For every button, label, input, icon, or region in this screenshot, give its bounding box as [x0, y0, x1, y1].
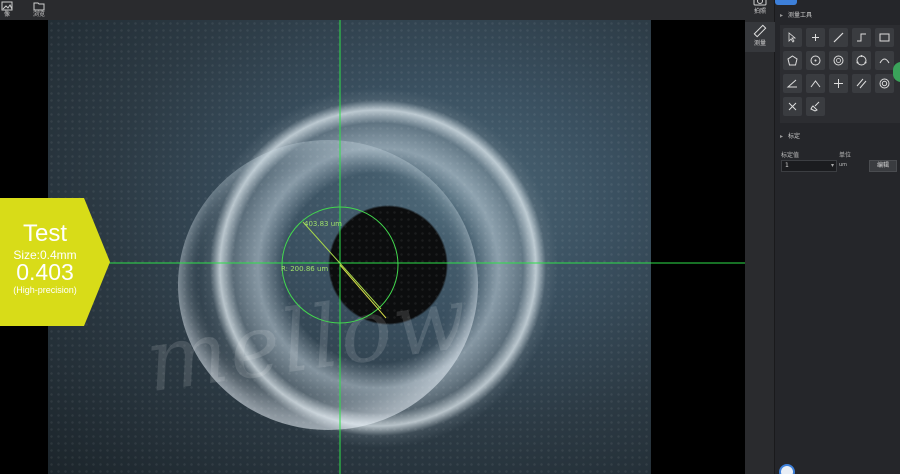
ruler-icon	[753, 24, 767, 38]
radius-label: R: 200.86 um	[281, 265, 328, 273]
polygon-icon	[787, 55, 798, 66]
badge-title: Test	[22, 220, 67, 247]
select-tool-button[interactable]	[783, 28, 802, 47]
chevron-down-icon: ▾	[830, 162, 834, 169]
microscope-view[interactable]: mellow 403.83 um R: 200.86 um	[0, 20, 745, 474]
calibration-value-select[interactable]: 1 ▾	[781, 160, 837, 172]
parallel-tool-button[interactable]	[852, 74, 871, 93]
browse-button[interactable]: 浏览	[26, 0, 52, 20]
badge-note: (High-precision)	[13, 285, 77, 295]
cross-icon	[788, 102, 797, 111]
polyline-icon	[857, 33, 866, 42]
concentric-tool-button[interactable]	[875, 74, 894, 93]
badge-value: 0.403	[16, 259, 74, 285]
radius-line	[339, 264, 387, 319]
line-tool-button[interactable]	[829, 28, 848, 47]
clear-tool-button[interactable]	[806, 97, 825, 116]
camera-icon	[753, 0, 767, 6]
capture-button-label: 像	[3, 11, 10, 18]
calibration-header[interactable]: ▸ 标定	[775, 129, 900, 145]
measure-tools-header[interactable]: ▸ 测量工具	[775, 8, 900, 24]
calibration-value-text: 1	[785, 162, 789, 169]
broom-icon	[810, 101, 820, 112]
rectangle-tool-button[interactable]	[875, 28, 894, 47]
polygon-tool-button[interactable]	[783, 51, 802, 70]
cursor-icon	[788, 32, 797, 43]
tab-measure-label: 测量	[753, 40, 766, 47]
polyline-tool-button[interactable]	[852, 28, 871, 47]
panel-collapse-handle[interactable]	[893, 62, 900, 82]
app-logo	[775, 0, 797, 5]
calibration-title: 标定	[788, 133, 801, 140]
three-point-circle-tool-button[interactable]	[852, 51, 871, 70]
rectangle-icon	[879, 33, 890, 42]
unit-value: um	[839, 162, 848, 168]
perpendicular-tool-button[interactable]	[829, 74, 848, 93]
capture-button[interactable]: 像	[0, 0, 20, 20]
line-icon	[833, 32, 844, 43]
calibration-value-label: 标定值	[781, 152, 800, 159]
angle-tool-button[interactable]	[783, 74, 802, 93]
app-window: 像 浏览 mellow 403.83 um R: 200.86 um Test …	[0, 0, 900, 474]
circle-dot-icon	[810, 55, 821, 66]
point-icon	[812, 34, 819, 41]
parallel-icon	[856, 78, 867, 89]
angle-vertex-icon	[810, 80, 821, 88]
perpendicular-icon	[834, 79, 843, 88]
browse-button-label: 浏览	[32, 11, 45, 18]
circle-center-tool-button[interactable]	[806, 51, 825, 70]
unit-label: 单位	[839, 152, 852, 159]
measure-tools-grid	[780, 25, 900, 123]
chevron-right-icon: ▸	[780, 133, 784, 140]
diameter-label: 403.83 um	[304, 220, 342, 228]
circle-tool-button[interactable]	[829, 51, 848, 70]
folder-icon	[33, 2, 45, 11]
chevron-down-icon: ▸	[780, 12, 784, 19]
three-point-angle-tool-button[interactable]	[806, 74, 825, 93]
point-tool-button[interactable]	[806, 28, 825, 47]
arc-icon	[879, 58, 890, 64]
top-toolbar: 像 浏览	[0, 0, 745, 20]
three-point-circle-icon	[856, 55, 867, 66]
angle-icon	[786, 79, 797, 88]
circle-icon	[833, 55, 844, 66]
tab-capture[interactable]: 拍照	[745, 0, 775, 20]
test-badge: Test Size:0.4mm 0.403 (High-precision)	[0, 198, 110, 326]
tab-capture-label: 拍照	[753, 8, 766, 15]
concentric-circles-icon	[879, 78, 890, 89]
assistant-icon[interactable]	[779, 464, 795, 474]
measure-tools-title: 测量工具	[788, 12, 813, 19]
delete-tool-button[interactable]	[783, 97, 802, 116]
image-icon	[1, 1, 13, 11]
edit-button[interactable]: 编辑	[869, 160, 897, 172]
side-tab-bar: 拍照 测量	[745, 0, 775, 474]
measurement-overlay: 403.83 um R: 200.86 um	[0, 20, 745, 474]
tool-panel: ▸ 测量工具 ▸ 标定 标定值 单位 1 ▾ um 编辑	[775, 0, 900, 474]
arc-tool-button[interactable]	[875, 51, 894, 70]
tab-measure[interactable]: 测量	[745, 22, 775, 52]
